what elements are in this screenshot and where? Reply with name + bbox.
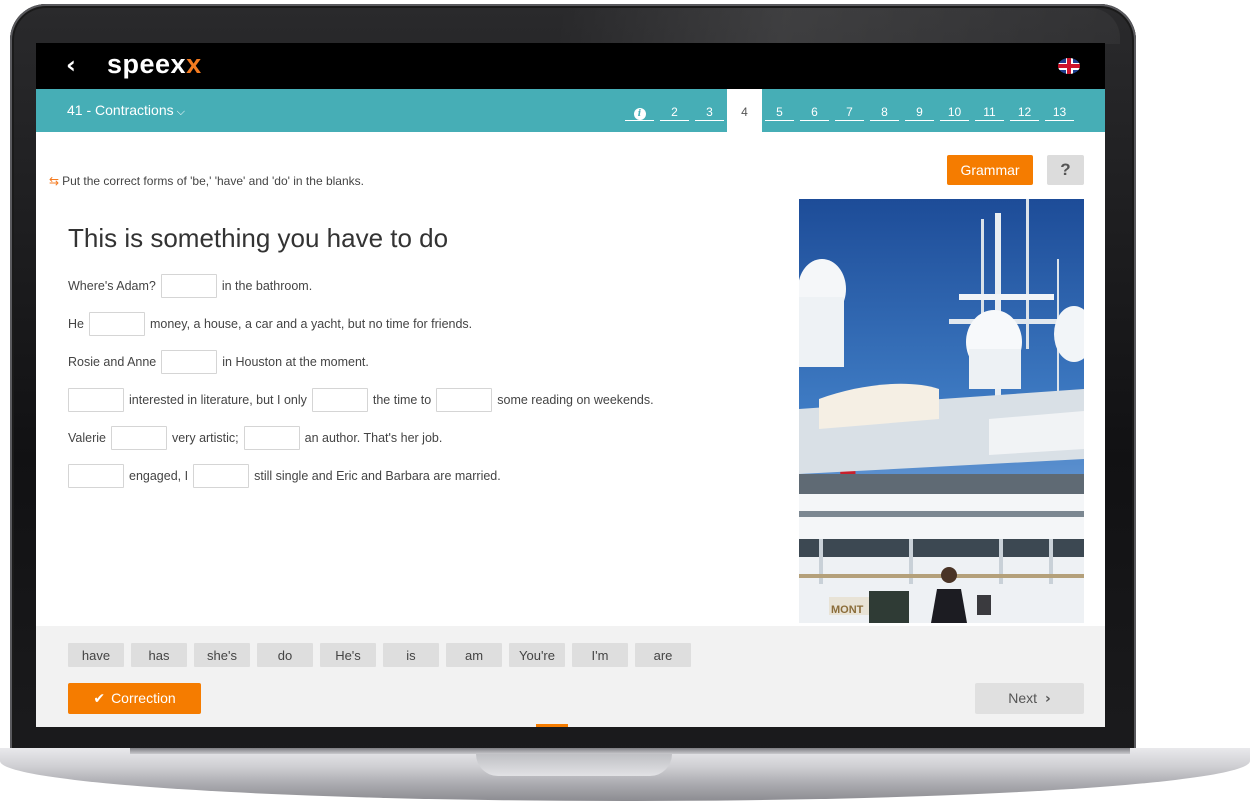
sentence-text: still single and Eric and Barbara are ma… (254, 469, 501, 483)
sentence-text: He (68, 317, 84, 331)
sentence-text: some reading on weekends. (497, 393, 654, 407)
laptop-glare (560, 8, 1120, 44)
step-9[interactable]: 9 (902, 89, 937, 132)
lesson-selector[interactable]: 41 - Contractions ⌵ (67, 102, 185, 119)
step-navigation: i 2 3 4 5 6 7 8 9 10 11 12 13 (622, 89, 1077, 132)
sentence-text: in the bathroom. (221, 279, 313, 293)
sentence-row: interested in literature, but I only the … (68, 388, 654, 412)
answer-blank[interactable] (68, 464, 124, 488)
word-chip[interactable]: He's (320, 643, 376, 667)
bottom-panel: have has she's do He's is am You're I'm are ✔ Corr… (36, 626, 1105, 727)
sentence-text: engaged, I (129, 469, 189, 483)
step-6[interactable]: 6 (797, 89, 832, 132)
sentence-row: Where's Adam? in the bathroom. (68, 274, 654, 298)
yacht-illustration: MONT (799, 199, 1084, 623)
answer-blank[interactable] (436, 388, 493, 412)
uk-flag-icon[interactable] (1058, 58, 1080, 74)
info-icon: i (633, 108, 646, 120)
step-2[interactable]: 2 (657, 89, 692, 132)
brand-logo: speexx (107, 49, 202, 80)
help-button[interactable]: ? (1047, 155, 1084, 185)
sentence-text: Where's Adam? (68, 279, 156, 293)
step-3[interactable]: 3 (692, 89, 727, 132)
answer-blank[interactable] (161, 350, 218, 374)
answer-blank[interactable] (193, 464, 250, 488)
correction-button[interactable]: ✔ Correction (68, 683, 201, 714)
step-info[interactable]: i (622, 89, 657, 132)
sentence-text: the time to (372, 393, 432, 407)
answer-blank[interactable] (68, 388, 124, 412)
sentence-text: Valerie (68, 431, 106, 445)
word-chip[interactable]: I'm (572, 643, 628, 667)
word-chip[interactable]: are (635, 643, 691, 667)
step-10[interactable]: 10 (937, 89, 972, 132)
word-chip[interactable]: she's (194, 643, 250, 667)
answer-blank[interactable] (311, 388, 368, 412)
step-12[interactable]: 12 (1007, 89, 1042, 132)
brand-accent: x (186, 49, 202, 79)
sentence-row: He money, a house, a car and a yacht, but… (68, 312, 654, 336)
instruction-text: Put the correct forms of 'be,' 'have' an… (62, 174, 364, 188)
chevron-left-icon[interactable]: ‹ (66, 52, 76, 78)
progress-marker (536, 724, 568, 727)
next-label: Next (1008, 690, 1037, 706)
sentence-text: in Houston at the moment. (222, 355, 369, 369)
sentence-row: engaged, I still single and Eric and Barb… (68, 464, 654, 488)
word-chip[interactable]: have (68, 643, 124, 667)
sentence-text: an author. That's her job. (304, 431, 443, 445)
answer-blank[interactable] (160, 274, 217, 298)
step-11[interactable]: 11 (972, 89, 1007, 132)
chevron-right-icon: › (1045, 691, 1051, 707)
sentence-text: very artistic; (171, 431, 239, 445)
next-button[interactable]: Next › (975, 683, 1084, 714)
sentence-row: Valerie very artistic; an author. That's h… (68, 426, 654, 450)
photo-sign-text: MONT (831, 604, 864, 616)
step-7[interactable]: 7 (832, 89, 867, 132)
app-screen: ‹ speexx 41 - Contractions ⌵ i 2 3 4 5 6 7 8 9 10… (36, 43, 1105, 727)
yacht-photo: MONT (799, 199, 1084, 623)
step-5[interactable]: 5 (762, 89, 797, 132)
answer-blank[interactable] (243, 426, 300, 450)
word-chip[interactable]: has (131, 643, 187, 667)
laptop-notch (476, 754, 672, 776)
correction-label: Correction (111, 690, 176, 706)
sentence-text: interested in literature, but I only (129, 393, 307, 407)
exercise-sentences: Where's Adam? in the bathroom. He money, a … (68, 274, 654, 502)
lesson-bar: 41 - Contractions ⌵ i 2 3 4 5 6 7 8 9 10 11 12 13 (36, 89, 1105, 132)
exercise-title: This is something you have to do (68, 223, 449, 253)
word-bank: have has she's do He's is am You're I'm are (68, 643, 698, 667)
lesson-title: 41 - Contractions (67, 102, 174, 118)
brand-text: speex (107, 49, 187, 79)
sentence-row: Rosie and Anne in Houston at the moment. (68, 350, 654, 374)
word-chip[interactable]: am (446, 643, 502, 667)
word-chip[interactable]: do (257, 643, 313, 667)
grammar-button[interactable]: Grammar (947, 155, 1033, 185)
checkmark-icon: ✔ (93, 691, 106, 707)
chevron-down-icon: ⌵ (176, 105, 185, 118)
step-8[interactable]: 8 (867, 89, 902, 132)
answer-blank[interactable] (110, 426, 167, 450)
top-bar: ‹ speexx (36, 43, 1105, 89)
step-4[interactable]: 4 (727, 89, 762, 132)
swap-arrows-icon: ⇆ (49, 174, 60, 188)
instruction: ⇆ Put the correct forms of 'be,' 'have' a… (49, 174, 364, 188)
step-13[interactable]: 13 (1042, 89, 1077, 132)
sentence-text: money, a house, a car and a yacht, but n… (149, 317, 473, 331)
sentence-text: Rosie and Anne (68, 355, 157, 369)
answer-blank[interactable] (88, 312, 145, 336)
word-chip[interactable]: You're (509, 643, 565, 667)
word-chip[interactable]: is (383, 643, 439, 667)
